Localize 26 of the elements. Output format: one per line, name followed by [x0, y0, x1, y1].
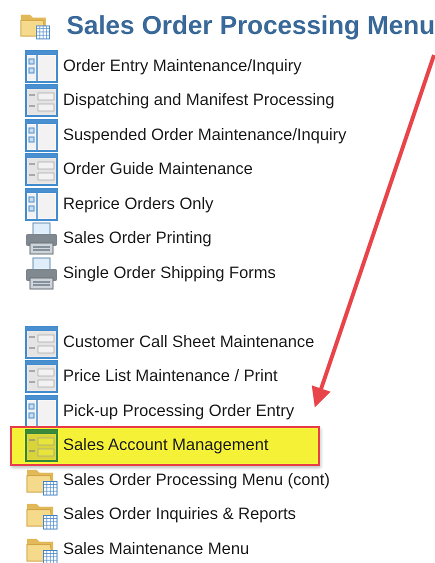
form-icon	[25, 429, 58, 462]
menu-item[interactable]: Order Entry Maintenance/Inquiry	[63, 56, 302, 76]
menu-item[interactable]: Pick-up Processing Order Entry	[63, 402, 294, 421]
highlighted-menu-item[interactable]: Sales Account Management	[10, 426, 320, 466]
window-icon	[25, 50, 58, 83]
printer-icon	[25, 222, 58, 256]
window-icon	[25, 394, 58, 428]
form-icon	[25, 153, 58, 186]
menu-item[interactable]: Sales Order Printing	[63, 229, 212, 248]
form-icon	[25, 326, 58, 359]
menu-item[interactable]: Customer Call Sheet Maintenance	[63, 332, 314, 352]
menu-item[interactable]: Dispatching and Manifest Processing	[63, 91, 334, 110]
window-icon	[25, 188, 58, 221]
printer-icon	[25, 256, 58, 290]
form-icon	[25, 360, 58, 394]
form-icon	[25, 84, 58, 118]
menu-item[interactable]: Sales Order Inquiries & Reports	[63, 505, 296, 524]
menu-item[interactable]: Suspended Order Maintenance/Inquiry	[63, 126, 346, 145]
menu-item[interactable]: Order Guide Maintenance	[63, 160, 253, 180]
menu-item[interactable]: Price List Maintenance / Print	[63, 367, 278, 386]
window-icon	[25, 118, 58, 152]
menu-item[interactable]: Sales Maintenance Menu	[63, 540, 250, 559]
menu-item[interactable]: Sales Order Processing Menu (cont)	[63, 470, 330, 490]
menu-title: Sales Order Processing Menu	[66, 10, 435, 40]
menu-item[interactable]: Single Order Shipping Forms	[63, 264, 276, 283]
menu-item[interactable]: Reprice Orders Only	[63, 194, 214, 214]
